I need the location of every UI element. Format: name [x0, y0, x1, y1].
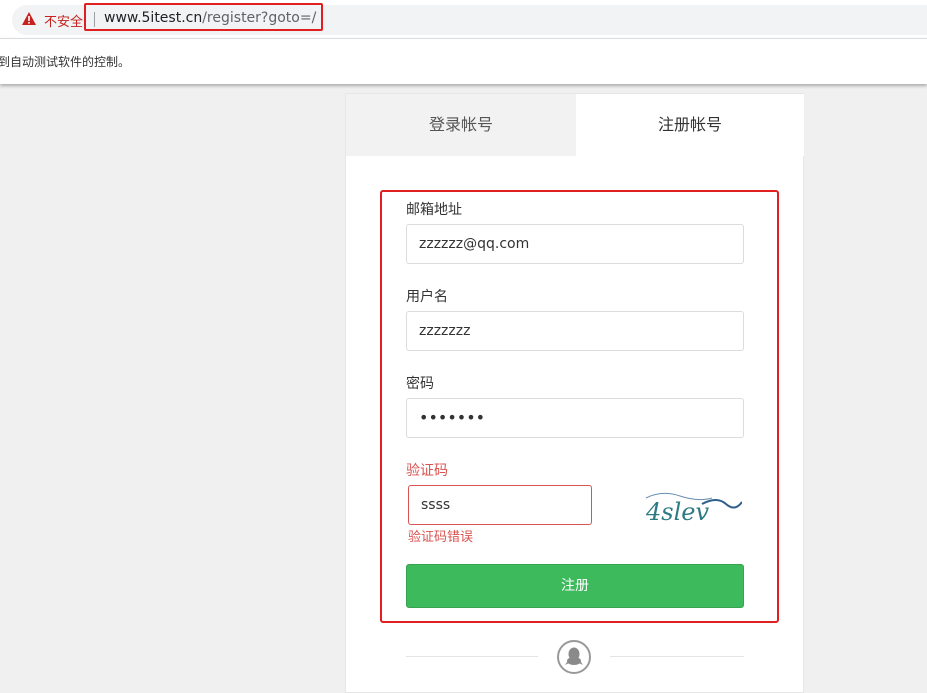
- not-secure-label[interactable]: 不安全: [44, 11, 83, 30]
- email-field[interactable]: zzzzzz@qq.com: [406, 224, 744, 264]
- username-label: 用户名: [406, 289, 448, 305]
- email-label: 邮箱地址: [406, 202, 462, 218]
- infobar-message: 到自动测试软件的控制。: [0, 55, 131, 69]
- url-highlight-box: [84, 3, 323, 31]
- browser-address-bar: 不安全 www.5itest.cn/register?goto=/: [0, 0, 927, 38]
- divider-right: [610, 656, 744, 657]
- tab-register[interactable]: 注册帐号: [576, 94, 804, 156]
- tab-login[interactable]: 登录帐号: [346, 94, 576, 156]
- captcha-field[interactable]: ssss: [408, 485, 592, 525]
- register-button[interactable]: 注册: [406, 564, 744, 608]
- warning-icon[interactable]: [22, 12, 36, 25]
- captcha-text: 4slev: [645, 498, 709, 526]
- captcha-error-message: 验证码错误: [408, 530, 474, 545]
- automation-infobar: 到自动测试软件的控制。: [0, 38, 927, 84]
- register-card: 登录帐号 注册帐号 邮箱地址 zzzzzz@qq.com 用户名 zzzzzzz…: [345, 93, 804, 693]
- username-field[interactable]: zzzzzzz: [406, 311, 744, 351]
- divider-left: [406, 656, 538, 657]
- captcha-image[interactable]: 4slev: [642, 486, 742, 528]
- qq-login-button[interactable]: [557, 640, 591, 674]
- captcha-label: 验证码: [406, 463, 448, 479]
- password-label: 密码: [406, 376, 434, 392]
- password-field[interactable]: •••••••: [406, 398, 744, 438]
- qq-icon: [565, 647, 583, 665]
